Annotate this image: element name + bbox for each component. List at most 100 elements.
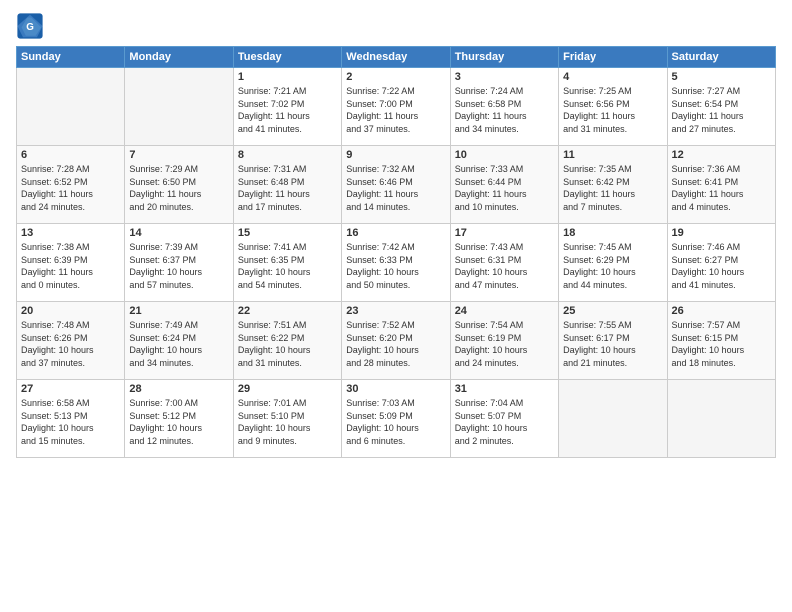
calendar-cell: 5 Sunrise: 7:27 AM Sunset: 6:54 PM Daylig…	[667, 68, 775, 146]
day-info: Sunrise: 7:28 AM Sunset: 6:52 PM Dayligh…	[21, 163, 120, 213]
calendar-cell	[559, 380, 667, 458]
day-info: Sunrise: 7:41 AM Sunset: 6:35 PM Dayligh…	[238, 241, 337, 291]
weekday-header-monday: Monday	[125, 47, 233, 68]
day-number: 17	[455, 227, 554, 239]
day-info: Sunrise: 7:29 AM Sunset: 6:50 PM Dayligh…	[129, 163, 228, 213]
day-info: Sunrise: 7:42 AM Sunset: 6:33 PM Dayligh…	[346, 241, 445, 291]
day-number: 15	[238, 227, 337, 239]
day-number: 23	[346, 305, 445, 317]
day-info: Sunrise: 7:21 AM Sunset: 7:02 PM Dayligh…	[238, 85, 337, 135]
calendar-cell: 3 Sunrise: 7:24 AM Sunset: 6:58 PM Daylig…	[450, 68, 558, 146]
logo: G	[16, 12, 48, 40]
day-number: 29	[238, 383, 337, 395]
calendar-cell: 7 Sunrise: 7:29 AM Sunset: 6:50 PM Daylig…	[125, 146, 233, 224]
day-number: 10	[455, 149, 554, 161]
calendar-cell: 2 Sunrise: 7:22 AM Sunset: 7:00 PM Daylig…	[342, 68, 450, 146]
calendar-cell: 23 Sunrise: 7:52 AM Sunset: 6:20 PM Dayli…	[342, 302, 450, 380]
day-info: Sunrise: 7:57 AM Sunset: 6:15 PM Dayligh…	[672, 319, 771, 369]
day-number: 2	[346, 71, 445, 83]
calendar-cell: 15 Sunrise: 7:41 AM Sunset: 6:35 PM Dayli…	[233, 224, 341, 302]
calendar-cell: 27Sunrise: 6:58 AM Sunset: 5:13 PM Dayli…	[17, 380, 125, 458]
day-info: Sunrise: 6:58 AM Sunset: 5:13 PM Dayligh…	[21, 397, 120, 447]
calendar-cell: 26 Sunrise: 7:57 AM Sunset: 6:15 PM Dayli…	[667, 302, 775, 380]
day-number: 13	[21, 227, 120, 239]
calendar-cell: 11Sunrise: 7:35 AM Sunset: 6:42 PM Dayli…	[559, 146, 667, 224]
calendar-cell: 31 Sunrise: 7:04 AM Sunset: 5:07 PM Dayli…	[450, 380, 558, 458]
calendar-cell: 10Sunrise: 7:33 AM Sunset: 6:44 PM Dayli…	[450, 146, 558, 224]
day-info: Sunrise: 7:00 AM Sunset: 5:12 PM Dayligh…	[129, 397, 228, 447]
day-info: Sunrise: 7:03 AM Sunset: 5:09 PM Dayligh…	[346, 397, 445, 447]
calendar-cell	[125, 68, 233, 146]
day-info: Sunrise: 7:27 AM Sunset: 6:54 PM Dayligh…	[672, 85, 771, 135]
day-number: 20	[21, 305, 120, 317]
weekday-header-friday: Friday	[559, 47, 667, 68]
day-number: 30	[346, 383, 445, 395]
calendar-cell: 16 Sunrise: 7:42 AM Sunset: 6:33 PM Dayli…	[342, 224, 450, 302]
day-info: Sunrise: 7:55 AM Sunset: 6:17 PM Dayligh…	[563, 319, 662, 369]
calendar-cell: 21 Sunrise: 7:49 AM Sunset: 6:24 PM Dayli…	[125, 302, 233, 380]
day-info: Sunrise: 7:49 AM Sunset: 6:24 PM Dayligh…	[129, 319, 228, 369]
day-number: 28	[129, 383, 228, 395]
day-number: 21	[129, 305, 228, 317]
day-number: 7	[129, 149, 228, 161]
day-info: Sunrise: 7:43 AM Sunset: 6:31 PM Dayligh…	[455, 241, 554, 291]
day-info: Sunrise: 7:32 AM Sunset: 6:46 PM Dayligh…	[346, 163, 445, 213]
day-number: 31	[455, 383, 554, 395]
calendar-cell: 18 Sunrise: 7:45 AM Sunset: 6:29 PM Dayli…	[559, 224, 667, 302]
calendar-cell: 19 Sunrise: 7:46 AM Sunset: 6:27 PM Dayli…	[667, 224, 775, 302]
day-number: 6	[21, 149, 120, 161]
day-info: Sunrise: 7:54 AM Sunset: 6:19 PM Dayligh…	[455, 319, 554, 369]
day-info: Sunrise: 7:36 AM Sunset: 6:41 PM Dayligh…	[672, 163, 771, 213]
weekday-header-wednesday: Wednesday	[342, 47, 450, 68]
calendar-cell: 20 Sunrise: 7:48 AM Sunset: 6:26 PM Dayli…	[17, 302, 125, 380]
calendar-cell: 24 Sunrise: 7:54 AM Sunset: 6:19 PM Dayli…	[450, 302, 558, 380]
day-number: 25	[563, 305, 662, 317]
weekday-header-saturday: Saturday	[667, 47, 775, 68]
day-number: 12	[672, 149, 771, 161]
day-info: Sunrise: 7:31 AM Sunset: 6:48 PM Dayligh…	[238, 163, 337, 213]
day-number: 19	[672, 227, 771, 239]
calendar-cell: 8 Sunrise: 7:31 AM Sunset: 6:48 PM Daylig…	[233, 146, 341, 224]
day-info: Sunrise: 7:38 AM Sunset: 6:39 PM Dayligh…	[21, 241, 120, 291]
calendar-table: SundayMondayTuesdayWednesdayThursdayFrid…	[16, 46, 776, 458]
day-info: Sunrise: 7:45 AM Sunset: 6:29 PM Dayligh…	[563, 241, 662, 291]
calendar-cell: 12 Sunrise: 7:36 AM Sunset: 6:41 PM Dayli…	[667, 146, 775, 224]
day-number: 16	[346, 227, 445, 239]
day-number: 9	[346, 149, 445, 161]
day-info: Sunrise: 7:51 AM Sunset: 6:22 PM Dayligh…	[238, 319, 337, 369]
day-info: Sunrise: 7:24 AM Sunset: 6:58 PM Dayligh…	[455, 85, 554, 135]
day-info: Sunrise: 7:04 AM Sunset: 5:07 PM Dayligh…	[455, 397, 554, 447]
day-number: 24	[455, 305, 554, 317]
generalblue-logo-icon: G	[16, 12, 44, 40]
calendar-cell: 4Sunrise: 7:25 AM Sunset: 6:56 PM Daylig…	[559, 68, 667, 146]
day-number: 1	[238, 71, 337, 83]
day-info: Sunrise: 7:22 AM Sunset: 7:00 PM Dayligh…	[346, 85, 445, 135]
weekday-header-thursday: Thursday	[450, 47, 558, 68]
day-number: 8	[238, 149, 337, 161]
day-number: 11	[563, 149, 662, 161]
calendar-cell: 29Sunrise: 7:01 AM Sunset: 5:10 PM Dayli…	[233, 380, 341, 458]
calendar-cell: 9 Sunrise: 7:32 AM Sunset: 6:46 PM Daylig…	[342, 146, 450, 224]
day-number: 18	[563, 227, 662, 239]
day-info: Sunrise: 7:46 AM Sunset: 6:27 PM Dayligh…	[672, 241, 771, 291]
calendar-cell: 17 Sunrise: 7:43 AM Sunset: 6:31 PM Dayli…	[450, 224, 558, 302]
svg-text:G: G	[26, 22, 34, 33]
calendar-cell	[17, 68, 125, 146]
day-number: 4	[563, 71, 662, 83]
day-info: Sunrise: 7:52 AM Sunset: 6:20 PM Dayligh…	[346, 319, 445, 369]
calendar-cell: 25 Sunrise: 7:55 AM Sunset: 6:17 PM Dayli…	[559, 302, 667, 380]
day-info: Sunrise: 7:39 AM Sunset: 6:37 PM Dayligh…	[129, 241, 228, 291]
weekday-header-tuesday: Tuesday	[233, 47, 341, 68]
day-number: 26	[672, 305, 771, 317]
day-number: 5	[672, 71, 771, 83]
day-number: 22	[238, 305, 337, 317]
day-number: 14	[129, 227, 228, 239]
calendar-cell: 1 Sunrise: 7:21 AM Sunset: 7:02 PM Daylig…	[233, 68, 341, 146]
calendar-cell: 28 Sunrise: 7:00 AM Sunset: 5:12 PM Dayli…	[125, 380, 233, 458]
day-number: 3	[455, 71, 554, 83]
day-info: Sunrise: 7:48 AM Sunset: 6:26 PM Dayligh…	[21, 319, 120, 369]
calendar-cell: 6 Sunrise: 7:28 AM Sunset: 6:52 PM Daylig…	[17, 146, 125, 224]
calendar-cell: 13 Sunrise: 7:38 AM Sunset: 6:39 PM Dayli…	[17, 224, 125, 302]
calendar-cell: 22 Sunrise: 7:51 AM Sunset: 6:22 PM Dayli…	[233, 302, 341, 380]
calendar-cell: 14 Sunrise: 7:39 AM Sunset: 6:37 PM Dayli…	[125, 224, 233, 302]
